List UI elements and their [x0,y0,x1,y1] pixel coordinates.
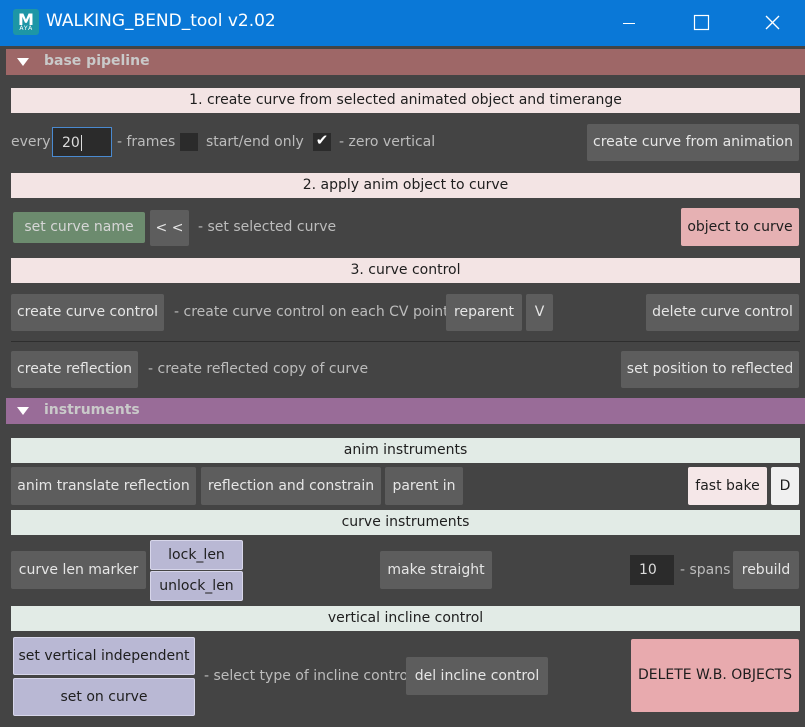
base-pipeline-label: base pipeline [44,53,150,69]
curve-instruments-title: curve instruments [11,510,800,535]
set-on-curve-button[interactable]: set on curve [13,678,195,716]
make-straight-button[interactable]: make straight [380,551,492,589]
window-title: WALKING_BEND_tool v2.02 [46,11,276,31]
fast-bake-button[interactable]: fast bake [688,467,767,505]
spans-label: - spans [680,562,731,578]
create-reflection-desc: - create reflected copy of curve [148,361,369,377]
v-button[interactable]: V [526,294,553,331]
every-frames-value: 20 [62,135,80,151]
lock-len-button[interactable]: lock_len [150,540,243,570]
reparent-button[interactable]: reparent [446,294,522,331]
step3-title: 3. curve control [11,258,800,283]
every-frames-input[interactable]: 20 [52,127,112,157]
start-end-label: start/end only [206,134,304,150]
start-end-checkbox[interactable] [180,133,198,151]
vertical-incline-title: vertical incline control [11,606,800,631]
step2-title: 2. apply anim object to curve [11,173,800,198]
close-button[interactable] [748,0,794,46]
every-label: every [11,134,51,150]
select-curve-arrow-button[interactable]: < < [150,210,189,246]
set-selected-curve-label: - set selected curve [198,219,337,235]
title-bar: M ΑΥΑ WALKING_BEND_tool v2.02 [0,0,805,46]
create-reflection-button[interactable]: create reflection [11,351,138,388]
anim-instruments-title: anim instruments [11,438,800,463]
maximize-button[interactable] [678,0,724,46]
base-pipeline-header[interactable]: base pipeline [6,49,805,75]
close-icon [765,15,780,30]
rebuild-button[interactable]: rebuild [733,551,799,589]
zero-vertical-label: - zero vertical [339,134,436,150]
delete-wb-objects-button[interactable]: DELETE W.B. OBJECTS [631,639,799,712]
frames-label: - frames [117,134,176,150]
instruments-label: instruments [44,402,140,418]
set-curve-name-button[interactable]: set curve name [13,212,145,243]
zero-vertical-checkbox[interactable]: ✔ [313,131,331,151]
spans-input[interactable]: 10 [630,555,674,585]
set-vertical-independent-button[interactable]: set vertical independent [13,637,195,675]
reflection-and-constrain-button[interactable]: reflection and constrain [201,467,381,505]
set-position-to-reflected-button[interactable]: set position to reflected [621,351,799,388]
maximize-icon [693,14,710,31]
checkmark-icon: ✔ [315,131,329,149]
collapse-triangle-icon [17,407,29,415]
unlock-len-button[interactable]: unlock_len [150,571,243,601]
curve-len-marker-button[interactable]: curve len marker [11,551,146,589]
anim-translate-reflection-button[interactable]: anim translate reflection [11,467,196,505]
app-icon-subtext: ΑΥΑ [19,25,33,32]
object-to-curve-button[interactable]: object to curve [681,208,799,246]
create-curve-from-animation-button[interactable]: create curve from animation [587,124,799,161]
minimize-button[interactable] [606,0,652,46]
create-curve-control-button[interactable]: create curve control [11,294,164,331]
create-curve-control-desc: - create curve control on each CV point [174,304,449,320]
step1-title: 1. create curve from selected animated o… [11,88,800,113]
delete-curve-control-button[interactable]: delete curve control [646,294,799,331]
parent-in-button[interactable]: parent in [385,467,463,505]
minimize-icon [623,23,635,24]
instruments-header[interactable]: instruments [6,398,805,424]
collapse-triangle-icon [17,58,29,66]
maya-app-icon: M ΑΥΑ [13,9,39,35]
section-divider [11,341,800,342]
del-incline-control-button[interactable]: del incline control [406,657,548,695]
d-button[interactable]: D [771,467,799,505]
select-incline-type-label: - select type of incline control [204,668,412,684]
